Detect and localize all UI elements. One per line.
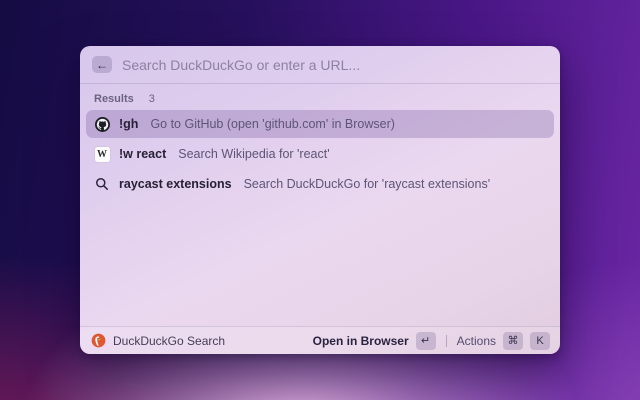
- actions-label[interactable]: Actions: [457, 334, 496, 348]
- search-icon: [94, 176, 110, 192]
- results-label: Results: [94, 93, 134, 105]
- footer-divider: [445, 334, 447, 347]
- primary-action-label[interactable]: Open in Browser: [313, 334, 409, 348]
- search-bar: ←: [80, 46, 560, 84]
- k-key-badge[interactable]: K: [530, 331, 550, 350]
- results-count: 3: [148, 93, 155, 105]
- result-row-wikipedia[interactable]: W !w react Search Wikipedia for 'react': [86, 140, 554, 168]
- command-key-badge[interactable]: ⌘: [503, 331, 523, 350]
- search-input[interactable]: [122, 56, 548, 73]
- footer-bar: DuckDuckGo Search Open in Browser ↵ Acti…: [80, 326, 560, 354]
- result-subtitle: Search Wikipedia for 'react': [178, 147, 330, 161]
- duckduckgo-icon: [90, 333, 106, 349]
- result-title: !gh: [119, 117, 139, 131]
- arrow-left-icon: ←: [96, 57, 108, 72]
- raycast-window: ← Results 3 !gh Go to GitHub (open 'gith…: [80, 46, 560, 354]
- extension-name: DuckDuckGo Search: [113, 333, 226, 348]
- result-row-duckduckgo-search[interactable]: raycast extensions Search DuckDuckGo for…: [86, 170, 554, 198]
- return-key-badge[interactable]: ↵: [415, 331, 436, 350]
- results-list: !gh Go to GitHub (open 'github.com' in B…: [80, 108, 560, 198]
- github-icon: [94, 116, 110, 132]
- result-title: raycast extensions: [119, 177, 232, 191]
- result-row-github[interactable]: !gh Go to GitHub (open 'github.com' in B…: [86, 110, 554, 138]
- result-subtitle: Search DuckDuckGo for 'raycast extension…: [243, 177, 491, 191]
- back-button[interactable]: ←: [92, 56, 112, 73]
- wikipedia-icon: W: [94, 146, 110, 162]
- results-section-header: Results 3: [80, 84, 560, 108]
- result-title: !w react: [119, 147, 167, 161]
- result-subtitle: Go to GitHub (open 'github.com' in Brows…: [150, 117, 395, 131]
